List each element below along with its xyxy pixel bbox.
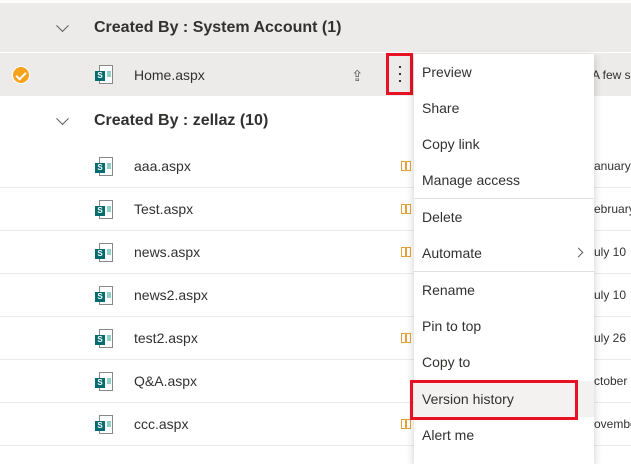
file-name[interactable]: aaa.aspx — [134, 158, 191, 174]
menu-item-label: Alert me — [422, 427, 475, 443]
menu-item-rename[interactable]: Rename — [414, 272, 594, 308]
menu-item-label: Preview — [422, 64, 472, 80]
file-name[interactable]: Home.aspx — [134, 67, 205, 83]
menu-item-share[interactable]: Share — [414, 90, 594, 126]
modified-date: anuary 2 — [594, 159, 631, 173]
menu-item-label: Copy link — [422, 136, 480, 152]
menu-item-automate[interactable]: Automate — [414, 235, 594, 271]
file-name[interactable]: news.aspx — [134, 244, 200, 260]
sharepoint-page-icon: S — [95, 329, 113, 349]
menu-item-copy-link[interactable]: Copy link — [414, 126, 594, 162]
modified-date: ebruary — [594, 202, 631, 216]
sharepoint-page-icon: S — [95, 157, 113, 177]
checked-out-icon — [401, 419, 411, 429]
menu-item-label: Manage access — [422, 172, 521, 188]
sharepoint-page-icon: S — [95, 65, 113, 85]
menu-item-label: Share — [422, 100, 460, 116]
menu-item-label: Pin to top — [422, 318, 482, 334]
checkmark-icon[interactable] — [12, 66, 30, 84]
sharepoint-page-icon: S — [95, 415, 113, 435]
menu-item-copy-to[interactable]: Copy to — [414, 344, 594, 380]
menu-item-label: Rename — [422, 282, 475, 298]
share-icon[interactable]: ⇪ — [351, 67, 364, 85]
chevron-down-icon[interactable] — [56, 18, 69, 32]
menu-item-label: Delete — [422, 209, 463, 225]
file-name[interactable]: news2.aspx — [134, 287, 208, 303]
menu-item-pin-to-top[interactable]: Pin to top — [414, 308, 594, 344]
sharepoint-page-icon: S — [95, 286, 113, 306]
sharepoint-page-icon: S — [95, 372, 113, 392]
modified-date: uly 10 — [594, 288, 627, 302]
modified-date: A few sec — [592, 67, 631, 82]
modified-date: ovember — [594, 417, 631, 431]
menu-divider — [414, 271, 594, 272]
group-header-system-account[interactable]: Created By : System Account (1) — [0, 3, 631, 53]
group-title: Created By : zellaz (10) — [94, 111, 269, 129]
file-name[interactable]: test2.aspx — [134, 330, 198, 346]
checked-out-icon — [401, 204, 411, 214]
menu-item-label: Automate — [422, 245, 482, 261]
more-options-button[interactable] — [386, 53, 413, 95]
chevron-down-icon[interactable] — [56, 111, 69, 125]
file-name[interactable]: Test.aspx — [134, 201, 193, 217]
menu-item-delete[interactable]: Delete — [414, 199, 594, 235]
version-history-highlight — [410, 380, 578, 420]
modified-date: ctober — [594, 374, 628, 388]
menu-item-preview[interactable]: Preview — [414, 54, 594, 90]
checked-out-icon — [401, 161, 411, 171]
group-title: Created By : System Account (1) — [94, 18, 342, 36]
sharepoint-page-icon: S — [95, 243, 113, 263]
menu-item-label: Copy to — [422, 354, 471, 370]
menu-divider — [414, 198, 594, 199]
checked-out-icon — [401, 247, 411, 257]
menu-item-alert-me[interactable]: Alert me — [414, 417, 594, 453]
sharepoint-page-icon: S — [95, 200, 113, 220]
file-name[interactable]: Q&A.aspx — [134, 373, 197, 389]
modified-date: uly 26 — [594, 331, 627, 345]
checked-out-icon — [401, 333, 411, 343]
chevron-right-icon — [573, 247, 584, 258]
menu-item-manage-access[interactable]: Manage access — [414, 162, 594, 198]
file-name[interactable]: ccc.aspx — [134, 416, 188, 432]
modified-date: uly 10 — [594, 245, 627, 259]
